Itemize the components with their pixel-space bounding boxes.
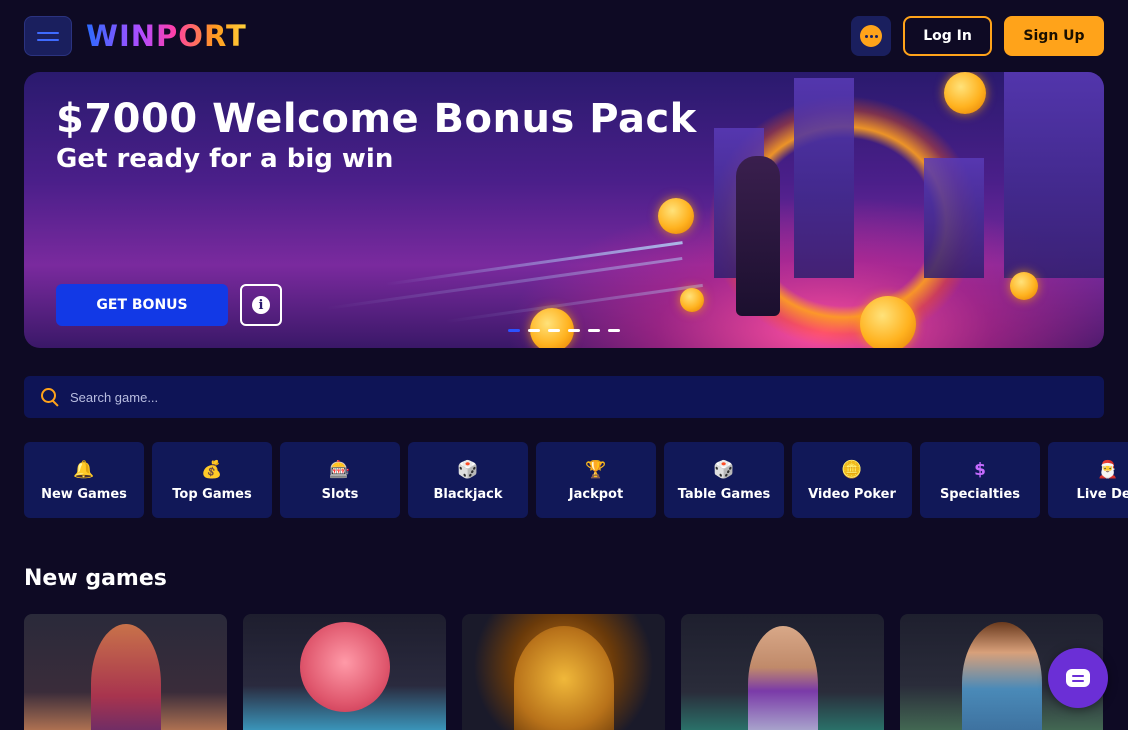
chat-bubble-icon [860, 25, 882, 47]
category-label: Jackpot [568, 486, 624, 502]
coin-icon [658, 198, 694, 234]
category-new-games[interactable]: 🔔 New Games [24, 442, 144, 518]
category-label: New Games [41, 486, 127, 502]
carousel-dot[interactable] [588, 329, 600, 332]
search-icon [40, 387, 60, 407]
category-label: Top Games [172, 486, 252, 502]
mega-win-icon: 🏆 [585, 459, 607, 480]
character-silhouette [736, 156, 780, 316]
game-art [90, 624, 161, 730]
info-icon: i [252, 296, 270, 314]
game-card[interactable] [24, 614, 227, 730]
money-bag-icon: 💰 [201, 459, 223, 480]
building-art [794, 78, 854, 278]
bell-icon: 🔔 [73, 459, 95, 480]
category-specialties[interactable]: $ Specialties [920, 442, 1040, 518]
logo[interactable]: WINPORT [86, 18, 247, 54]
building-art [1004, 72, 1104, 278]
carousel-dot[interactable] [568, 329, 580, 332]
category-label: Slots [321, 486, 359, 502]
search-input[interactable] [70, 389, 1104, 405]
light-streak [325, 256, 683, 311]
coin-icon [860, 296, 916, 348]
header: WINPORT Log In Sign Up [0, 0, 1128, 72]
game-art [513, 626, 614, 730]
coin-icon [530, 308, 574, 348]
signup-button[interactable]: Sign Up [1004, 16, 1104, 56]
banner-subtitle: Get ready for a big win [56, 144, 394, 174]
section-title-new-games: New games [24, 566, 167, 591]
building-art [924, 158, 984, 278]
hamburger-line [37, 31, 59, 34]
category-label: Table Games [677, 486, 771, 502]
category-table-games[interactable]: 🎲 Table Games [664, 442, 784, 518]
category-label: Blackjack [433, 486, 503, 502]
category-video-poker[interactable]: 🪙 Video Poker [792, 442, 912, 518]
category-top-games[interactable]: 💰 Top Games [152, 442, 272, 518]
game-art [747, 626, 818, 730]
die-icon: 🎲 [713, 459, 735, 480]
game-card[interactable] [462, 614, 665, 730]
live-dealer-icon: 🎅 [1097, 459, 1119, 480]
hamburger-line [37, 38, 59, 41]
light-streak [445, 283, 703, 324]
game-card[interactable] [681, 614, 884, 730]
game-art [299, 622, 390, 712]
carousel-dot[interactable] [548, 329, 560, 332]
menu-button[interactable] [24, 16, 72, 56]
game-grid [24, 614, 1103, 730]
category-slots[interactable]: 🎰 Slots [280, 442, 400, 518]
slot-machine-icon: 🎰 [329, 459, 351, 480]
chips-stack-icon: 🪙 [841, 459, 863, 480]
get-bonus-button[interactable]: GET BONUS [56, 284, 228, 326]
carousel-dot[interactable] [608, 329, 620, 332]
login-button[interactable]: Log In [903, 16, 992, 56]
promo-banner[interactable]: $7000 Welcome Bonus Pack Get ready for a… [24, 72, 1104, 348]
live-chat-button[interactable] [1048, 648, 1108, 708]
carousel-dot[interactable] [528, 329, 540, 332]
category-jackpot[interactable]: 🏆 Jackpot [536, 442, 656, 518]
dice-icon: 🎲 [457, 459, 479, 480]
chat-icon [1066, 669, 1090, 687]
category-list: 🔔 New Games 💰 Top Games 🎰 Slots 🎲 Blackj… [24, 442, 1128, 518]
category-blackjack[interactable]: 🎲 Blackjack [408, 442, 528, 518]
carousel-dots [508, 329, 620, 332]
coin-icon [1010, 272, 1038, 300]
game-card[interactable] [243, 614, 446, 730]
dollar-icon: $ [974, 459, 986, 480]
banner-title: $7000 Welcome Bonus Pack [56, 96, 697, 142]
category-live-dealer[interactable]: 🎅 Live Dea [1048, 442, 1128, 518]
carousel-dot[interactable] [508, 329, 520, 332]
coin-icon [944, 72, 986, 114]
category-label: Video Poker [808, 486, 896, 502]
coin-icon [680, 288, 704, 312]
category-label: Specialties [939, 486, 1021, 502]
info-button[interactable]: i [240, 284, 282, 326]
search-bar[interactable] [24, 376, 1104, 418]
game-art [961, 622, 1042, 730]
category-label: Live Dea [1076, 486, 1128, 502]
chat-button[interactable] [851, 16, 891, 56]
